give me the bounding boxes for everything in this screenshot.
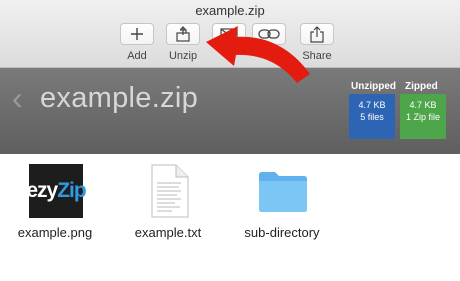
file-name: sub-directory — [244, 225, 320, 240]
logo-text-zip: Zip — [57, 179, 86, 202]
unzip-icon — [176, 26, 190, 42]
window-title: example.zip — [195, 3, 265, 18]
archive-name: example.zip — [40, 82, 199, 114]
plus-icon — [131, 28, 143, 40]
file-name: example.png — [17, 225, 93, 240]
png-thumbnail-icon: ezy Zip — [26, 163, 87, 219]
text-document-icon — [151, 164, 189, 218]
add-label: Add — [127, 50, 147, 62]
file-name: example.txt — [134, 225, 202, 240]
unzipped-stats-box: 4.7 KB 5 files — [349, 94, 395, 139]
zipped-header: Zipped — [405, 81, 438, 92]
unzipped-size: 4.7 KB — [358, 100, 386, 110]
curved-arrow-icon — [206, 26, 310, 83]
folder-icon — [259, 172, 307, 212]
zipped-size: 4.7 KB — [409, 100, 437, 110]
unzip-button[interactable] — [166, 23, 200, 45]
logo-text-ezy: ezy — [26, 179, 58, 202]
zipped-stats-box: 4.7 KB 1 Zip file — [400, 94, 446, 139]
add-button[interactable] — [120, 23, 154, 45]
zipped-file-count: 1 Zip file — [405, 112, 440, 122]
unzipped-file-count: 5 files — [360, 112, 384, 122]
unzipped-header: Unzipped — [351, 81, 396, 92]
back-chevron-icon[interactable]: ‹ — [12, 82, 23, 114]
